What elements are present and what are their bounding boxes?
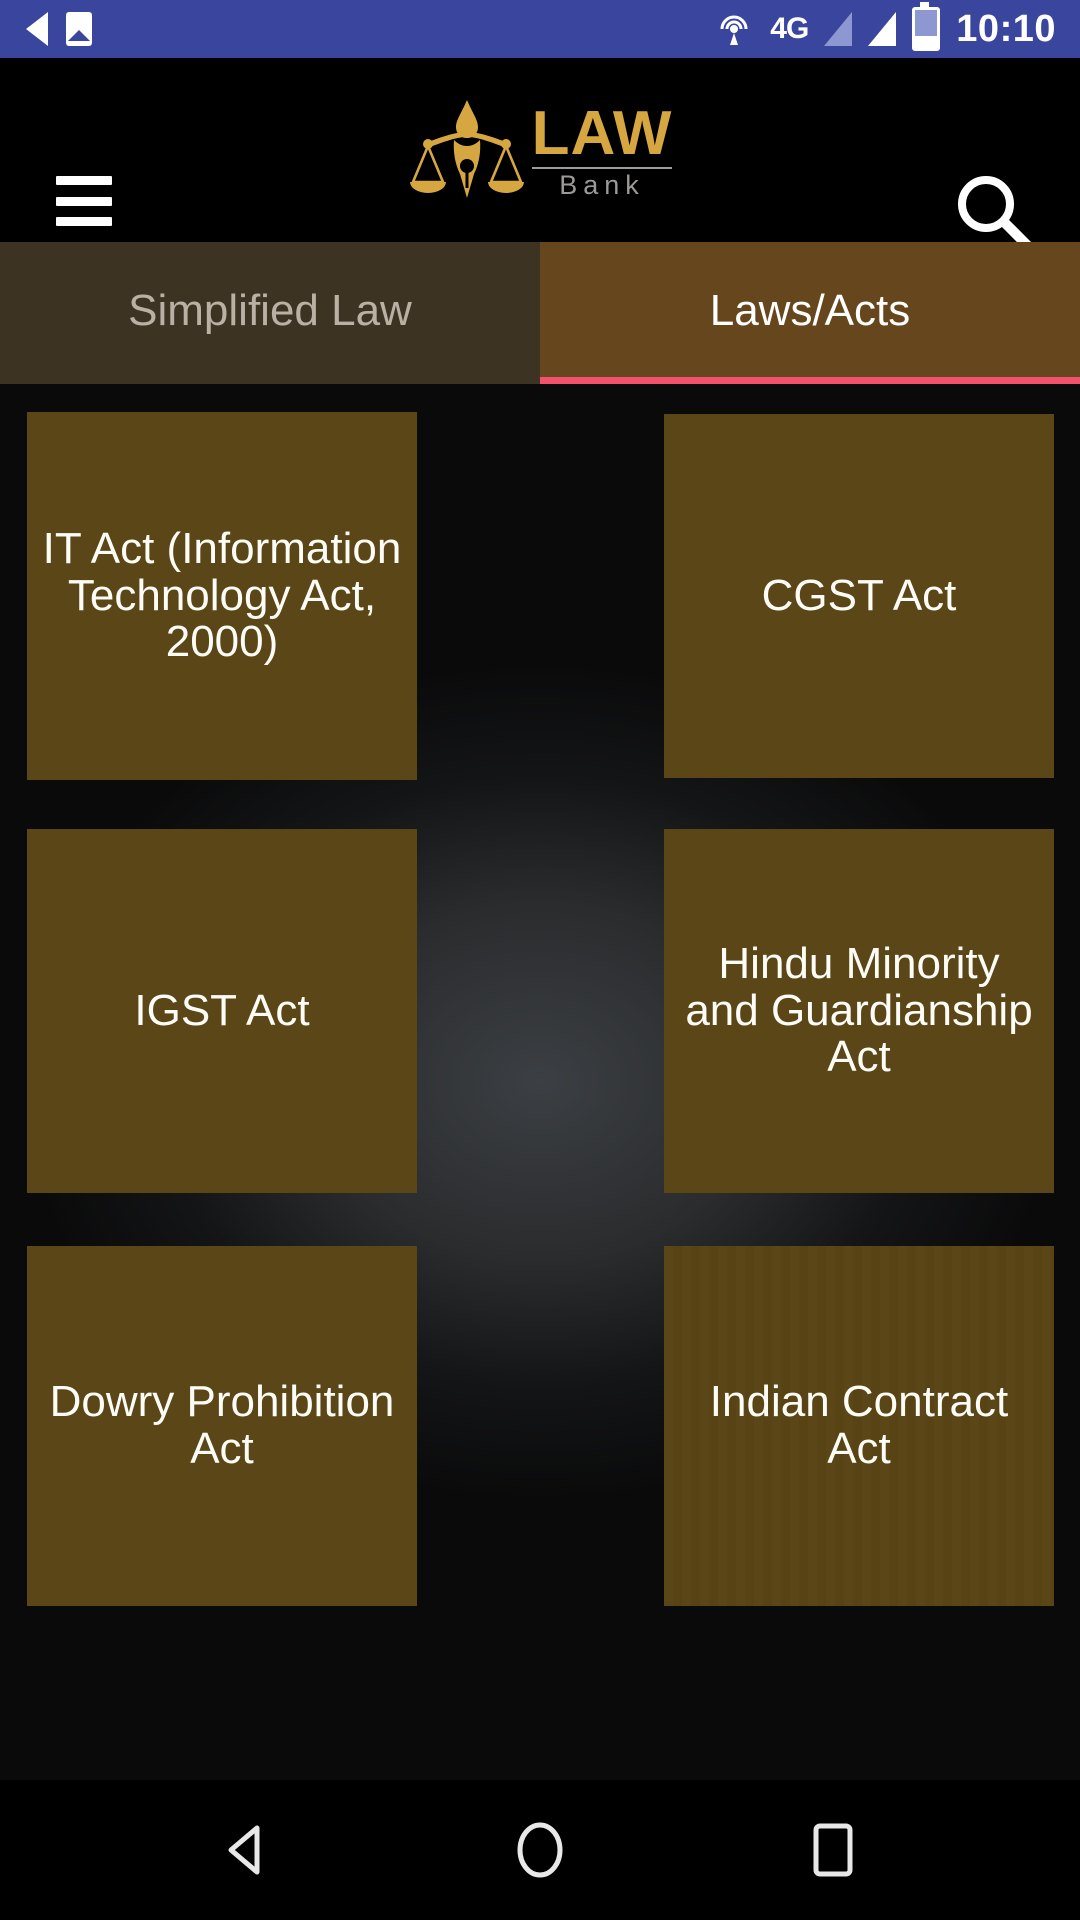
tab-bar: Simplified Law Laws/Acts bbox=[0, 242, 1080, 384]
active-tab-indicator bbox=[540, 377, 1080, 384]
act-card-cgst-act[interactable]: CGST Act bbox=[664, 414, 1054, 778]
logo-divider-rule bbox=[531, 166, 673, 169]
tab-label: Simplified Law bbox=[128, 286, 412, 335]
status-bar-right-group: 4G 10:10 bbox=[714, 2, 1080, 52]
acts-grid[interactable]: IT Act (Information Technology Act, 2000… bbox=[0, 384, 1080, 1780]
act-card-dowry-prohibition-act[interactable]: Dowry Prohibition Act bbox=[27, 1246, 417, 1606]
tab-label: Laws/Acts bbox=[709, 286, 911, 335]
image-icon bbox=[66, 12, 92, 46]
act-card-label: CGST Act bbox=[761, 570, 957, 620]
status-bar-left-group bbox=[0, 12, 92, 46]
app-screen: 4G 10:10 LAW Bank Simplified Law Laws/Ac… bbox=[0, 0, 1080, 1920]
scales-of-justice-pen-icon bbox=[408, 96, 526, 205]
network-type-label: 4G bbox=[770, 12, 809, 45]
grid-row: Dowry Prohibition Act Indian Contract Ac… bbox=[0, 1246, 1080, 1606]
logo-word-law: LAW bbox=[531, 99, 673, 169]
act-card-label: IT Act (Information Technology Act, 2000… bbox=[42, 524, 402, 667]
app-logo: LAW Bank bbox=[0, 58, 1080, 242]
signal-bars-icon bbox=[868, 12, 897, 46]
signal-bars-icon bbox=[824, 12, 853, 46]
act-card-it-act[interactable]: IT Act (Information Technology Act, 2000… bbox=[27, 412, 417, 780]
back-triangle-icon bbox=[26, 12, 48, 46]
act-card-indian-contract-act[interactable]: Indian Contract Act bbox=[664, 1246, 1054, 1606]
grid-row: IT Act (Information Technology Act, 2000… bbox=[0, 412, 1080, 780]
system-navigation-bar bbox=[0, 1780, 1080, 1920]
battery-icon bbox=[912, 2, 941, 51]
clock-label: 10:10 bbox=[956, 8, 1056, 50]
status-bar: 4G 10:10 bbox=[0, 0, 1080, 58]
act-card-label: Dowry Prohibition Act bbox=[49, 1377, 395, 1473]
grid-row: IGST Act Hindu Minority and Guardianship… bbox=[0, 829, 1080, 1193]
tab-simplified-law[interactable]: Simplified Law bbox=[0, 242, 540, 384]
hotspot-icon bbox=[714, 7, 754, 52]
act-card-igst-act[interactable]: IGST Act bbox=[27, 829, 417, 1193]
act-card-label: Indian Contract Act bbox=[709, 1377, 1009, 1473]
act-card-label: IGST Act bbox=[134, 985, 310, 1035]
logo-word-bank: Bank bbox=[559, 169, 645, 200]
act-card-hindu-minority-guardianship-act[interactable]: Hindu Minority and Guardianship Act bbox=[664, 829, 1054, 1193]
nav-recents-icon[interactable] bbox=[773, 1790, 893, 1910]
nav-home-icon[interactable] bbox=[480, 1790, 600, 1910]
logo-wordmark: LAW Bank bbox=[531, 99, 673, 200]
nav-back-icon[interactable] bbox=[187, 1790, 307, 1910]
tab-laws-acts[interactable]: Laws/Acts bbox=[540, 242, 1080, 384]
app-bar: LAW Bank bbox=[0, 58, 1080, 250]
act-card-label: Hindu Minority and Guardianship Act bbox=[685, 939, 1033, 1082]
